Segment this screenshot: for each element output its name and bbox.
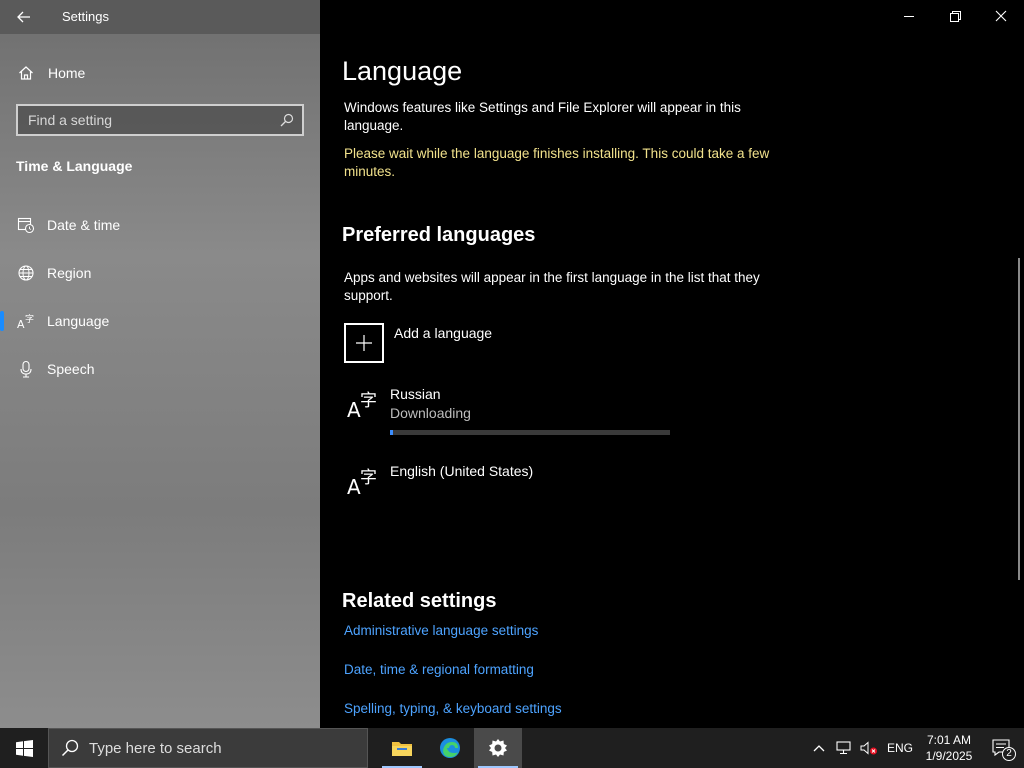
clock-time: 7:01 AM [926, 733, 972, 747]
sidebar-item-label: Region [47, 265, 92, 281]
language-item-english[interactable]: A字 English (United States) [344, 461, 533, 501]
active-indicator [0, 311, 4, 331]
language-name: Russian [390, 386, 441, 402]
link-spelling-typing-keyboard-settings[interactable]: Spelling, typing, & keyboard settings [344, 701, 562, 716]
language-pack-icon: A字 [347, 468, 377, 499]
sidebar-item-date-time[interactable]: Date & time [0, 207, 320, 243]
notification-count-badge: 2 [1002, 747, 1016, 761]
network-button[interactable] [832, 728, 856, 768]
minimize-button[interactable] [886, 0, 932, 32]
install-notice: Please wait while the language finishes … [344, 146, 770, 179]
preferred-languages-description: Apps and websites will appear in the fir… [344, 270, 760, 303]
minimize-icon [903, 15, 914, 17]
microphone-icon [17, 360, 35, 378]
sidebar-item-speech[interactable]: Speech [0, 351, 320, 387]
sidebar-item-label: Language [47, 313, 110, 329]
sidebar-item-region[interactable]: Region [0, 255, 320, 291]
language-name: English (United States) [390, 463, 534, 479]
show-hidden-icons-button[interactable] [806, 728, 832, 768]
svg-text:A: A [17, 318, 25, 330]
sidebar-item-label: Speech [47, 361, 95, 377]
date-time-icon [17, 216, 35, 234]
sidebar-item-home[interactable]: Home [0, 56, 320, 90]
add-language-label: Add a language [394, 325, 493, 341]
language-icon: A 字 [17, 312, 35, 330]
network-icon [836, 741, 851, 755]
taskbar-edge[interactable] [426, 728, 474, 768]
home-icon [19, 66, 33, 80]
download-progress-fill [390, 430, 393, 435]
clock-date: 1/9/2025 [925, 749, 973, 763]
add-language-button[interactable]: Add a language [344, 323, 492, 363]
action-center-button[interactable]: 2 [980, 728, 1024, 768]
sidebar-item-label: Date & time [47, 217, 121, 233]
language-pack-icon: A字 [347, 391, 377, 422]
clock[interactable]: 7:01 AM 1/9/2025 [918, 728, 980, 768]
related-settings-title: Related settings [342, 590, 497, 612]
link-date-time-regional-formatting[interactable]: Date, time & regional formatting [344, 662, 534, 677]
scrollbar[interactable] [1018, 258, 1020, 580]
gear-icon [489, 739, 507, 757]
home-label: Home [48, 65, 86, 81]
chevron-up-icon [813, 745, 825, 752]
sidebar-item-language[interactable]: A 字 Language [0, 303, 320, 339]
sidebar-titlebar [0, 0, 320, 34]
taskbar-search[interactable]: Type here to search [48, 728, 368, 768]
language-status: Downloading [390, 405, 471, 421]
taskbar: Type here to search ENG 7:01 AM 1/9/2025… [0, 728, 1024, 768]
edge-browser-icon [440, 738, 460, 758]
search-icon[interactable] [280, 113, 294, 127]
system-tray: ENG 7:01 AM 1/9/2025 2 [806, 728, 1024, 768]
window-controls [886, 0, 1024, 32]
input-indicator[interactable]: ENG [882, 728, 918, 768]
back-button[interactable] [10, 5, 38, 29]
globe-icon [17, 264, 35, 282]
restore-icon [949, 10, 961, 22]
start-button[interactable] [0, 728, 48, 768]
app-title: Settings [62, 9, 109, 24]
svg-text:字: 字 [25, 313, 34, 325]
folder-icon [392, 742, 412, 756]
language-description: Windows features like Settings and File … [344, 100, 741, 133]
find-setting-input[interactable] [18, 106, 280, 134]
preferred-languages-title: Preferred languages [342, 224, 536, 246]
back-arrow-icon [17, 11, 30, 23]
section-title: Time & Language [16, 158, 133, 174]
restore-button[interactable] [932, 0, 978, 32]
link-administrative-language-settings[interactable]: Administrative language settings [344, 623, 538, 638]
language-item-russian[interactable]: A字 Russian Downloading [344, 384, 670, 435]
volume-button[interactable] [856, 728, 882, 768]
download-progress-bar [390, 430, 670, 435]
volume-muted-icon [860, 741, 877, 755]
windows-logo-icon [15, 739, 33, 757]
close-icon [995, 10, 1007, 22]
taskbar-search-placeholder: Type here to search [89, 739, 222, 757]
taskbar-settings[interactable] [474, 728, 522, 768]
settings-sidebar: Settings Home Time & Language Date & tim… [0, 0, 320, 728]
add-icon [344, 323, 384, 363]
page-title: Language [342, 56, 463, 86]
search-icon [61, 739, 79, 757]
find-setting-search[interactable] [16, 104, 304, 136]
close-button[interactable] [978, 0, 1024, 32]
main-content: Language Windows features like Settings … [320, 0, 1024, 728]
taskbar-file-explorer[interactable] [378, 728, 426, 768]
